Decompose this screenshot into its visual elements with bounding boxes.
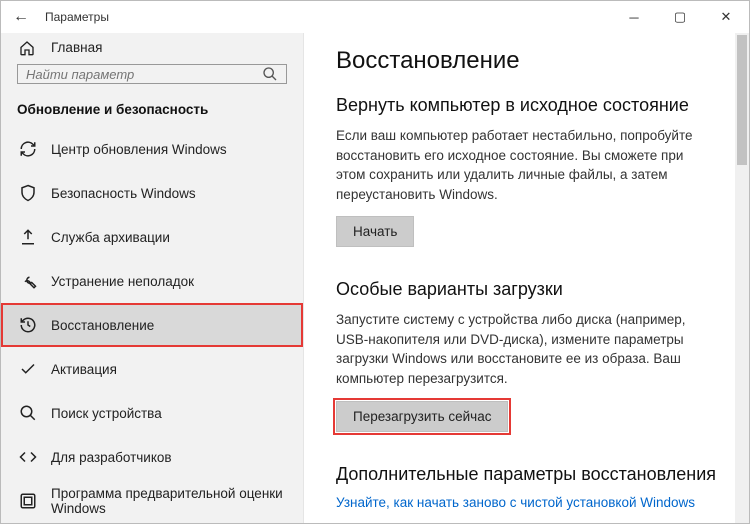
search-box[interactable] — [17, 64, 287, 84]
home-label: Главная — [51, 40, 102, 55]
sidebar-item-history[interactable]: Восстановление — [1, 303, 303, 347]
sidebar-item-label: Поиск устройства — [51, 406, 162, 421]
sidebar-item-refresh[interactable]: Центр обновления Windows — [1, 127, 303, 171]
history-icon — [19, 316, 37, 334]
section-title: Обновление и безопасность — [1, 98, 303, 127]
back-button[interactable]: ← — [9, 8, 33, 26]
sidebar-item-wrench[interactable]: Устранение неполадок — [1, 259, 303, 303]
sidebar-item-label: Центр обновления Windows — [51, 142, 227, 157]
sidebar-item-label: Безопасность Windows — [51, 186, 196, 201]
sidebar-item-label: Для разработчиков — [51, 450, 172, 465]
page-title: Восстановление — [336, 47, 721, 75]
search-icon — [262, 66, 278, 82]
fresh-start-link[interactable]: Узнайте, как начать заново с чистой уста… — [336, 495, 721, 510]
content-area: Восстановление Вернуть компьютер в исход… — [304, 33, 749, 523]
sidebar-item-shield[interactable]: Безопасность Windows — [1, 171, 303, 215]
upload-icon — [19, 228, 37, 246]
scrollbar-thumb[interactable] — [737, 35, 747, 165]
reset-start-button[interactable]: Начать — [336, 216, 414, 247]
scrollbar[interactable] — [735, 33, 749, 523]
content-scroll: Восстановление Вернуть компьютер в исход… — [304, 33, 749, 523]
sidebar-item-label: Устранение неполадок — [51, 274, 194, 289]
settings-window: ← Параметры ─ ▢ ✕ Главная Обновление и б… — [0, 0, 750, 524]
sidebar-item-check[interactable]: Активация — [1, 347, 303, 391]
more-heading: Дополнительные параметры восстановления — [336, 464, 721, 485]
wrench-icon — [19, 272, 37, 290]
check-icon — [19, 360, 37, 378]
refresh-icon — [19, 140, 37, 158]
nav-list: Центр обновления Windows Безопасность Win… — [1, 127, 303, 523]
sidebar-item-dev[interactable]: Для разработчиков — [1, 435, 303, 479]
dev-icon — [19, 448, 37, 466]
advanced-heading: Особые варианты загрузки — [336, 279, 721, 300]
sidebar-item-label: Программа предварительной оценки Windows — [51, 486, 303, 516]
advanced-desc: Запустите систему с устройства либо диск… — [336, 310, 706, 388]
sidebar: Главная Обновление и безопасность Центр … — [1, 33, 304, 523]
shield-icon — [19, 184, 37, 202]
close-button[interactable]: ✕ — [703, 1, 749, 33]
titlebar: ← Параметры ─ ▢ ✕ — [1, 1, 749, 33]
home-icon — [19, 40, 35, 56]
search-icon — [19, 404, 37, 422]
window-title: Параметры — [45, 10, 109, 24]
sidebar-item-search[interactable]: Поиск устройства — [1, 391, 303, 435]
sidebar-item-label: Служба архивации — [51, 230, 170, 245]
sidebar-item-insider[interactable]: Программа предварительной оценки Windows — [1, 479, 303, 523]
sidebar-item-label: Восстановление — [51, 318, 154, 333]
sidebar-item-upload[interactable]: Служба архивации — [1, 215, 303, 259]
sidebar-item-label: Активация — [51, 362, 117, 377]
search-input[interactable] — [26, 67, 262, 82]
home-nav[interactable]: Главная — [1, 37, 303, 58]
body: Главная Обновление и безопасность Центр … — [1, 33, 749, 523]
insider-icon — [19, 492, 37, 510]
minimize-button[interactable]: ─ — [611, 1, 657, 33]
window-controls: ─ ▢ ✕ — [611, 1, 749, 33]
reset-desc: Если ваш компьютер работает нестабильно,… — [336, 126, 706, 204]
maximize-button[interactable]: ▢ — [657, 1, 703, 33]
reset-heading: Вернуть компьютер в исходное состояние — [336, 95, 721, 116]
restart-now-button[interactable]: Перезагрузить сейчас — [336, 401, 508, 432]
